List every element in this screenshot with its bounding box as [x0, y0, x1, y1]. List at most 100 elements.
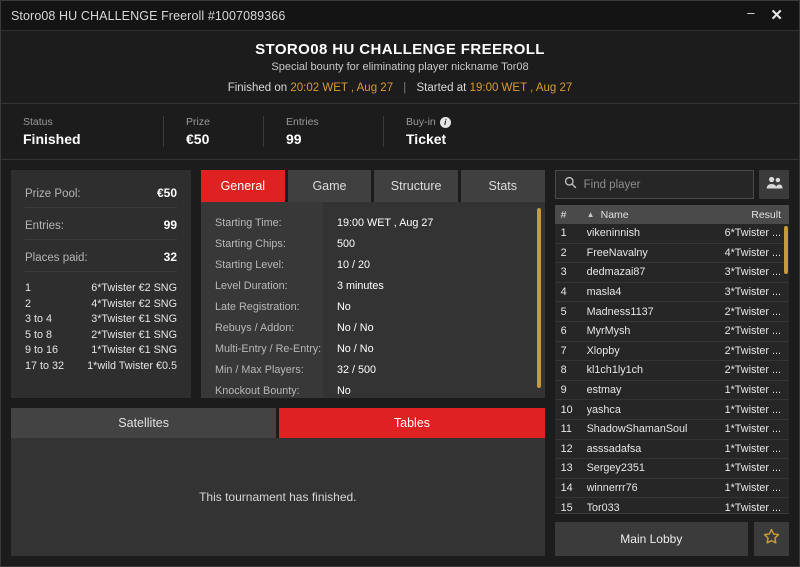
players-button[interactable]: [759, 170, 789, 199]
general-label: Level Duration:: [215, 280, 288, 292]
table-row[interactable]: 10 yashca 1*Twister ...: [554, 400, 789, 420]
entries-value: 99: [163, 218, 177, 232]
table-row[interactable]: 11 ShadowShamanSoul 1*Twister ...: [554, 420, 789, 440]
tab-structure[interactable]: Structure: [374, 170, 458, 202]
player-list[interactable]: 1 vikeninnish 6*Twister ... 2 FreeNavaln…: [554, 224, 789, 514]
player-result: 3*Twister ...: [724, 286, 781, 299]
payout-prize: 3*Twister €1 SNG: [91, 313, 177, 326]
general-label: Knockout Bounty:: [215, 385, 300, 397]
player-name: Tor033: [586, 501, 620, 514]
tab-content-general: Starting Time: Starting Chips: Starting …: [201, 202, 545, 398]
table-row[interactable]: 9 estmay 1*Twister ...: [554, 381, 789, 401]
payout-prize: 4*Twister €2 SNG: [91, 297, 177, 310]
sort-ascending-icon[interactable]: ▲: [587, 210, 601, 219]
table-row[interactable]: 15 Tor033 1*Twister ...: [555, 498, 789, 514]
places-paid-label: Places paid:: [25, 252, 88, 264]
finished-prefix: Finished on: [227, 82, 288, 94]
tournament-times: Finished on 20:02 WET , Aug 27 | Started…: [1, 82, 799, 94]
player-name: Sergey2351: [586, 462, 645, 475]
general-values-column: 19:00 WET , Aug 27 500 10 / 20 3 minutes…: [323, 202, 545, 398]
payout-place: 2: [25, 297, 32, 310]
search-row: [554, 170, 789, 199]
column-header-number[interactable]: #: [561, 209, 587, 221]
tab-stats[interactable]: Stats: [460, 170, 545, 202]
player-rank: 2: [560, 246, 567, 259]
column-header-name[interactable]: Name: [601, 209, 752, 221]
player-name: Madness1137: [586, 305, 654, 318]
tab-tables[interactable]: Tables: [279, 408, 545, 438]
general-label: Starting Time:: [215, 217, 282, 229]
table-row[interactable]: 3 dedmazai87 3*Twister ...: [554, 263, 789, 283]
general-value: No / No: [337, 322, 374, 334]
window-title: Storo08 HU CHALLENGE Freeroll #100708936…: [11, 8, 286, 23]
general-scrollbar[interactable]: [536, 208, 541, 388]
table-row[interactable]: 4 masla4 3*Twister ...: [554, 283, 789, 303]
player-result: 1*Twister ...: [724, 384, 781, 397]
stat-prize: Prize €50: [163, 116, 263, 147]
search-box[interactable]: [554, 170, 754, 199]
player-rank: 14: [560, 482, 573, 495]
player-name: winnerrr76: [586, 482, 638, 495]
times-divider: |: [403, 82, 407, 94]
player-result: 4*Twister ...: [724, 246, 781, 259]
player-rank: 3: [560, 266, 567, 279]
payout-prize: 6*Twister €2 SNG: [91, 282, 177, 294]
player-rank: 13: [560, 462, 573, 475]
minimize-button[interactable]: –: [741, 4, 760, 21]
player-rank: 11: [560, 423, 572, 436]
column-header-result[interactable]: Result: [751, 209, 781, 221]
general-value: 3 minutes: [337, 280, 384, 292]
player-name: estmay: [586, 384, 622, 397]
player-name: FreeNavalny: [586, 246, 648, 259]
general-value: No: [337, 385, 351, 397]
player-result: 1*Twister ...: [724, 501, 781, 514]
payout-place: 17 to 32: [25, 359, 65, 372]
payout-place: 5 to 8: [25, 328, 53, 341]
general-label: Starting Level:: [215, 259, 285, 271]
table-row[interactable]: 1 vikeninnish 6*Twister ...: [554, 224, 789, 244]
table-row[interactable]: 2 FreeNavalny 4*Twister ...: [554, 244, 789, 264]
stat-buyin-label: Buy-in i: [406, 116, 451, 128]
lower-section: Satellites Tables This tournament has fi…: [11, 408, 545, 556]
places-paid-row: Places paid: 32: [25, 246, 177, 272]
table-row[interactable]: 14 winnerrr76 1*Twister ...: [554, 479, 789, 499]
table-row[interactable]: 5 Madness1137 2*Twister ...: [554, 302, 789, 322]
player-name: asssadafsa: [586, 442, 642, 455]
payout-place: 1: [25, 282, 32, 294]
footer-row: Main Lobby: [554, 522, 789, 556]
payout-line: 1 6*Twister €2 SNG: [25, 281, 177, 297]
search-input[interactable]: [583, 178, 745, 191]
payout-line: 3 to 4 3*Twister €1 SNG: [25, 312, 177, 328]
table-row[interactable]: 6 MyrMysh 2*Twister ...: [554, 322, 789, 342]
table-row[interactable]: 7 Xlopby 2*Twister ...: [554, 342, 789, 362]
player-name: Xlopby: [586, 344, 620, 357]
tab-satellites[interactable]: Satellites: [11, 408, 277, 438]
left-column: Prize Pool: €50 Entries: 99 Places paid:…: [11, 170, 545, 556]
entries-label: Entries:: [25, 220, 64, 232]
player-result: 1*Twister ...: [724, 482, 781, 495]
prize-pool-label: Prize Pool:: [25, 188, 81, 200]
player-name: ShadowShamanSoul: [586, 423, 688, 436]
stat-entries-value: 99: [286, 131, 302, 147]
player-rank: 1: [560, 227, 567, 240]
tab-general[interactable]: General: [201, 170, 285, 202]
player-list-scrollbar[interactable]: [784, 226, 788, 274]
player-result: 2*Twister ...: [724, 325, 781, 338]
table-row[interactable]: 8 kl1ch1ly1ch 2*Twister ...: [554, 361, 789, 381]
tournament-header: STORO08 HU CHALLENGE FREEROLL Special bo…: [1, 31, 799, 104]
close-button[interactable]: ✕: [764, 6, 789, 25]
player-result: 1*Twister ...: [724, 462, 781, 475]
info-icon[interactable]: i: [439, 116, 451, 128]
payout-line: 5 to 8 2*Twister €1 SNG: [25, 328, 177, 344]
tournament-lobby-window: Storo08 HU CHALLENGE Freeroll #100708936…: [0, 0, 800, 567]
stat-prize-label: Prize: [186, 116, 210, 128]
favorite-button[interactable]: [754, 522, 789, 556]
stat-buyin-value: Ticket: [406, 131, 447, 147]
started-prefix: Started at: [416, 82, 467, 94]
table-row[interactable]: 13 Sergey2351 1*Twister ...: [554, 459, 789, 479]
general-labels-column: Starting Time: Starting Chips: Starting …: [201, 202, 323, 398]
main-lobby-button[interactable]: Main Lobby: [554, 522, 748, 556]
tab-game[interactable]: Game: [287, 170, 372, 202]
table-row[interactable]: 12 asssadafsa 1*Twister ...: [554, 440, 789, 460]
player-rank: 4: [560, 286, 567, 299]
